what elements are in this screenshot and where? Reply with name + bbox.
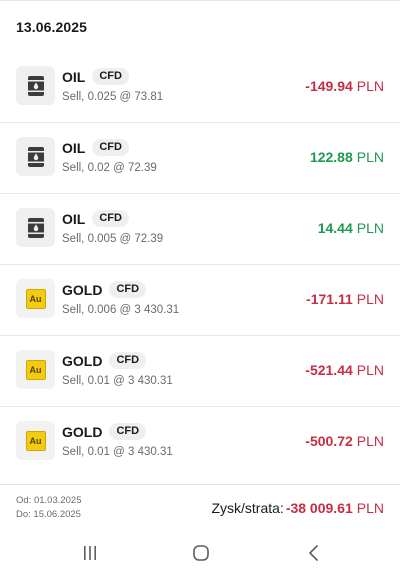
instrument-name: GOLD (62, 352, 103, 369)
amount-currency: PLN (356, 291, 384, 307)
instrument-name: GOLD (62, 423, 103, 440)
instrument-name: OIL (62, 139, 86, 156)
trade-details: Sell, 0.006 @ 3 430.31 (62, 304, 180, 316)
summary-value: -38 009.61 (285, 500, 353, 516)
oil-barrel-icon (16, 137, 55, 176)
trade-details: Sell, 0.02 @ 72.39 (62, 162, 157, 174)
amount-value: -149.94 (305, 78, 353, 94)
amount-value: 14.44 (317, 220, 353, 236)
cfd-badge: CFD (109, 423, 147, 440)
date-to: Do: 15.06.2025 (16, 509, 81, 520)
transaction-row[interactable]: Au GOLD CFD Sell, 0.01 @ 3 430.31 -521.4… (0, 336, 400, 407)
profit-loss-amount: -149.94 PLN (305, 78, 384, 94)
transaction-row[interactable]: Au GOLD CFD Sell, 0.01 @ 3 430.31 -500.7… (0, 407, 400, 478)
cfd-badge: CFD (109, 352, 147, 369)
gold-au-icon: Au (16, 350, 55, 389)
instrument-name: GOLD (62, 281, 103, 298)
cfd-badge: CFD (92, 139, 129, 156)
top-divider (0, 0, 400, 1)
instrument: OIL CFD (62, 139, 129, 156)
summary-label: Zysk/strata: (211, 500, 284, 516)
back-icon[interactable] (302, 542, 326, 564)
trade-details: Sell, 0.025 @ 73.81 (62, 91, 164, 103)
gold-au-icon: Au (16, 421, 55, 460)
summary-footer: Od: 01.03.2025 Do: 15.06.2025 Zysk/strat… (0, 484, 400, 530)
oil-barrel-icon (16, 208, 55, 247)
recent-apps-icon[interactable] (78, 542, 102, 564)
amount-value: 122.88 (309, 149, 353, 165)
amount-value: -500.72 (305, 433, 353, 449)
instrument: OIL CFD (62, 210, 129, 227)
cfd-badge: CFD (92, 210, 129, 227)
cfd-badge: CFD (92, 68, 129, 85)
date-header: 13.06.2025 (16, 19, 88, 35)
au-label: Au (25, 288, 46, 309)
trade-details: Sell, 0.01 @ 3 430.31 (62, 375, 173, 387)
profit-loss-amount: -171.11 PLN (306, 291, 384, 307)
profit-loss-amount: 14.44 PLN (318, 220, 384, 236)
profit-loss-amount: -500.72 PLN (305, 433, 384, 449)
system-navigation-bar (0, 530, 400, 576)
instrument: GOLD CFD (62, 352, 147, 369)
instrument: OIL CFD (62, 68, 129, 85)
transaction-row[interactable]: OIL CFD Sell, 0.005 @ 72.39 14.44 PLN (0, 194, 400, 265)
instrument: GOLD CFD (62, 423, 147, 440)
au-label: Au (25, 430, 46, 451)
amount-value: -521.44 (305, 362, 353, 378)
instrument-name: OIL (62, 210, 86, 227)
trade-details: Sell, 0.01 @ 3 430.31 (62, 446, 173, 458)
instrument: GOLD CFD (62, 281, 147, 298)
home-icon[interactable] (189, 542, 213, 564)
date-range: Od: 01.03.2025 Do: 15.06.2025 (16, 494, 82, 522)
amount-currency: PLN (356, 362, 384, 378)
profit-loss-amount: -521.44 PLN (305, 362, 384, 378)
amount-currency: PLN (356, 220, 384, 236)
transaction-row[interactable]: OIL CFD Sell, 0.025 @ 73.81 -149.94 PLN (0, 52, 400, 123)
au-label: Au (25, 359, 46, 380)
trade-details: Sell, 0.005 @ 72.39 (62, 233, 164, 245)
transaction-row[interactable]: OIL CFD Sell, 0.02 @ 72.39 122.88 PLN (0, 123, 400, 194)
amount-currency: PLN (356, 433, 384, 449)
profit-loss-amount: 122.88 PLN (310, 149, 384, 165)
profit-loss-summary: Zysk/strata: -38 009.61 PLN (211, 500, 384, 516)
summary-currency: PLN (356, 500, 384, 516)
transaction-row[interactable]: Au GOLD CFD Sell, 0.006 @ 3 430.31 -171.… (0, 265, 400, 336)
amount-currency: PLN (356, 149, 384, 165)
transaction-list: OIL CFD Sell, 0.025 @ 73.81 -149.94 PLN O… (0, 52, 400, 478)
date-from: Od: 01.03.2025 (16, 495, 82, 506)
instrument-name: OIL (62, 68, 86, 85)
amount-value: -171.11 (306, 291, 353, 307)
cfd-badge: CFD (109, 281, 147, 298)
gold-au-icon: Au (16, 279, 55, 318)
amount-currency: PLN (356, 78, 384, 94)
oil-barrel-icon (16, 66, 55, 105)
